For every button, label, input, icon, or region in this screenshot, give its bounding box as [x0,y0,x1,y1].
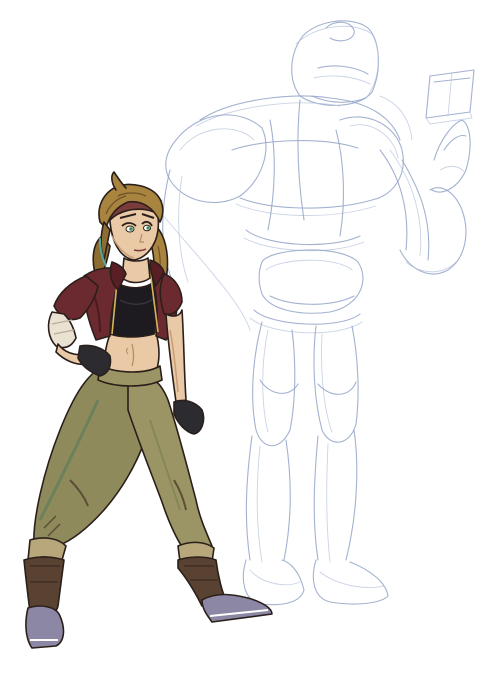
sketch-right-arm [379,119,471,275]
shoe-left [25,605,65,649]
neck [121,257,151,284]
sketch-book [425,69,475,125]
heroine-figure [23,171,273,649]
jacket-sleeve-right [159,273,183,316]
illustration [23,20,475,649]
pants-right-leg [127,376,213,551]
artwork-canvas [0,0,494,680]
sketch-pelvis [249,249,364,334]
sketch-helmet [291,20,379,106]
sketch-legs [245,321,359,563]
shoe-right [201,593,273,623]
arm-right [165,309,187,403]
sketch-feet [242,559,389,606]
glove-right [173,399,205,435]
sketch-torso [165,95,404,252]
